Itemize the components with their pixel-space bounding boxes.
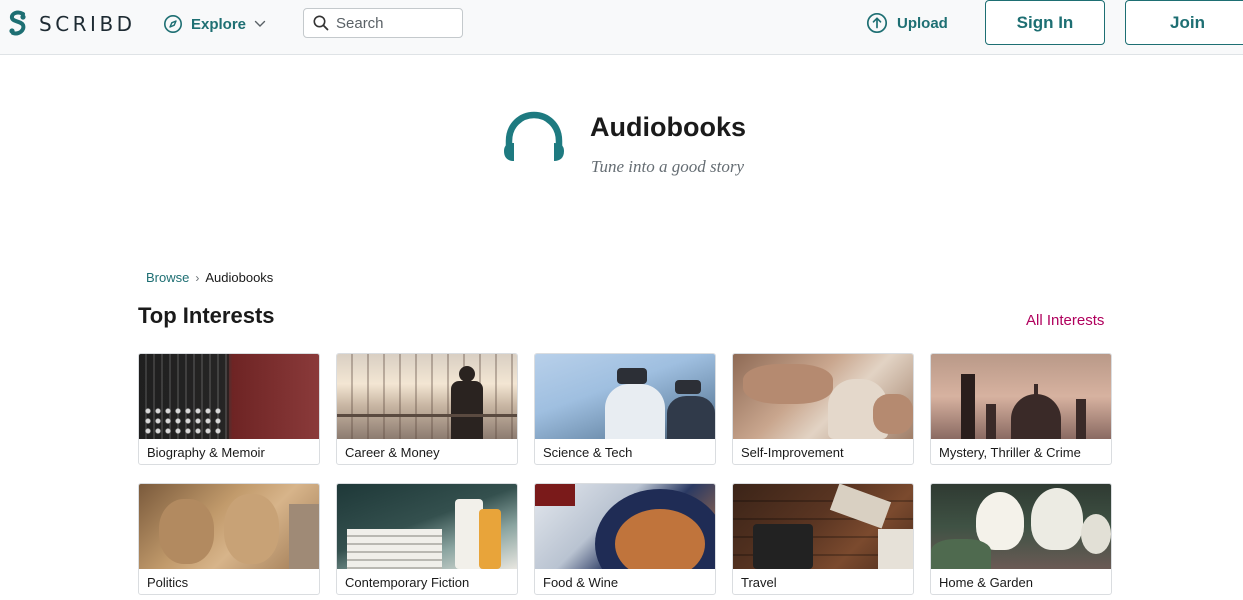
upload-button[interactable]: Upload [866, 12, 948, 34]
interest-thumbnail [337, 354, 517, 439]
section-title: Top Interests [138, 303, 275, 328]
interest-card-contemporary-fiction[interactable]: Contemporary Fiction [336, 483, 518, 595]
interest-label: Biography & Memoir [147, 445, 265, 460]
interest-label: Home & Garden [939, 575, 1033, 590]
upload-label: Upload [897, 14, 948, 32]
join-button[interactable]: Join [1125, 0, 1243, 45]
page-title: Audiobooks [590, 112, 746, 142]
interest-thumbnail [139, 354, 319, 439]
interest-label: Food & Wine [543, 575, 619, 590]
interest-thumbnail [733, 354, 913, 439]
interest-card-science-tech[interactable]: Science & Tech [534, 353, 716, 465]
scribd-logo[interactable]: SCRIBD [7, 10, 136, 38]
compass-icon [164, 15, 182, 33]
interest-grid: Biography & Memoir Career & Money Scienc… [138, 353, 1112, 595]
interest-label: Politics [147, 575, 189, 590]
interest-card-self-improvement[interactable]: Self-Improvement [732, 353, 914, 465]
breadcrumb: Browse › Audiobooks [146, 270, 273, 285]
interest-thumbnail [931, 484, 1111, 569]
interest-thumbnail [337, 484, 517, 569]
breadcrumb-browse-link[interactable]: Browse [146, 270, 189, 285]
explore-label: Explore [191, 15, 247, 33]
interest-card-home-garden[interactable]: Home & Garden [930, 483, 1112, 595]
interest-thumbnail [535, 484, 715, 569]
top-navigation-bar: SCRIBD Explore Upload Sign In Join [0, 0, 1243, 55]
all-interests-link[interactable]: All Interests [1026, 312, 1104, 329]
logo-wordmark: SCRIBD [39, 12, 136, 36]
search-box[interactable] [303, 8, 463, 38]
scribd-logo-icon [9, 10, 26, 36]
interest-thumbnail [931, 354, 1111, 439]
interest-card-politics[interactable]: Politics [138, 483, 320, 595]
sign-in-button[interactable]: Sign In [985, 0, 1105, 45]
headphones-icon [504, 111, 564, 161]
search-icon [313, 15, 329, 31]
explore-menu-button[interactable]: Explore [163, 13, 266, 35]
interest-card-biography-memoir[interactable]: Biography & Memoir [138, 353, 320, 465]
breadcrumb-separator: › [195, 270, 200, 285]
chevron-down-icon [254, 20, 266, 27]
interest-label: Self-Improvement [741, 445, 844, 460]
interest-label: Science & Tech [543, 445, 633, 460]
interest-label: Mystery, Thriller & Crime [939, 445, 1081, 460]
interest-card-food-wine[interactable]: Food & Wine [534, 483, 716, 595]
interest-label: Travel [741, 575, 777, 590]
interest-thumbnail [139, 484, 319, 569]
interest-thumbnail [535, 354, 715, 439]
breadcrumb-current: Audiobooks [205, 270, 274, 285]
interest-card-travel[interactable]: Travel [732, 483, 914, 595]
interest-card-mystery-thriller-crime[interactable]: Mystery, Thriller & Crime [930, 353, 1112, 465]
page-subtitle: Tune into a good story [591, 157, 745, 176]
search-input[interactable] [336, 14, 451, 32]
interest-card-career-money[interactable]: Career & Money [336, 353, 518, 465]
interest-label: Contemporary Fiction [345, 575, 470, 590]
interest-label: Career & Money [345, 445, 440, 460]
upload-icon [866, 12, 888, 34]
interest-thumbnail [733, 484, 913, 569]
